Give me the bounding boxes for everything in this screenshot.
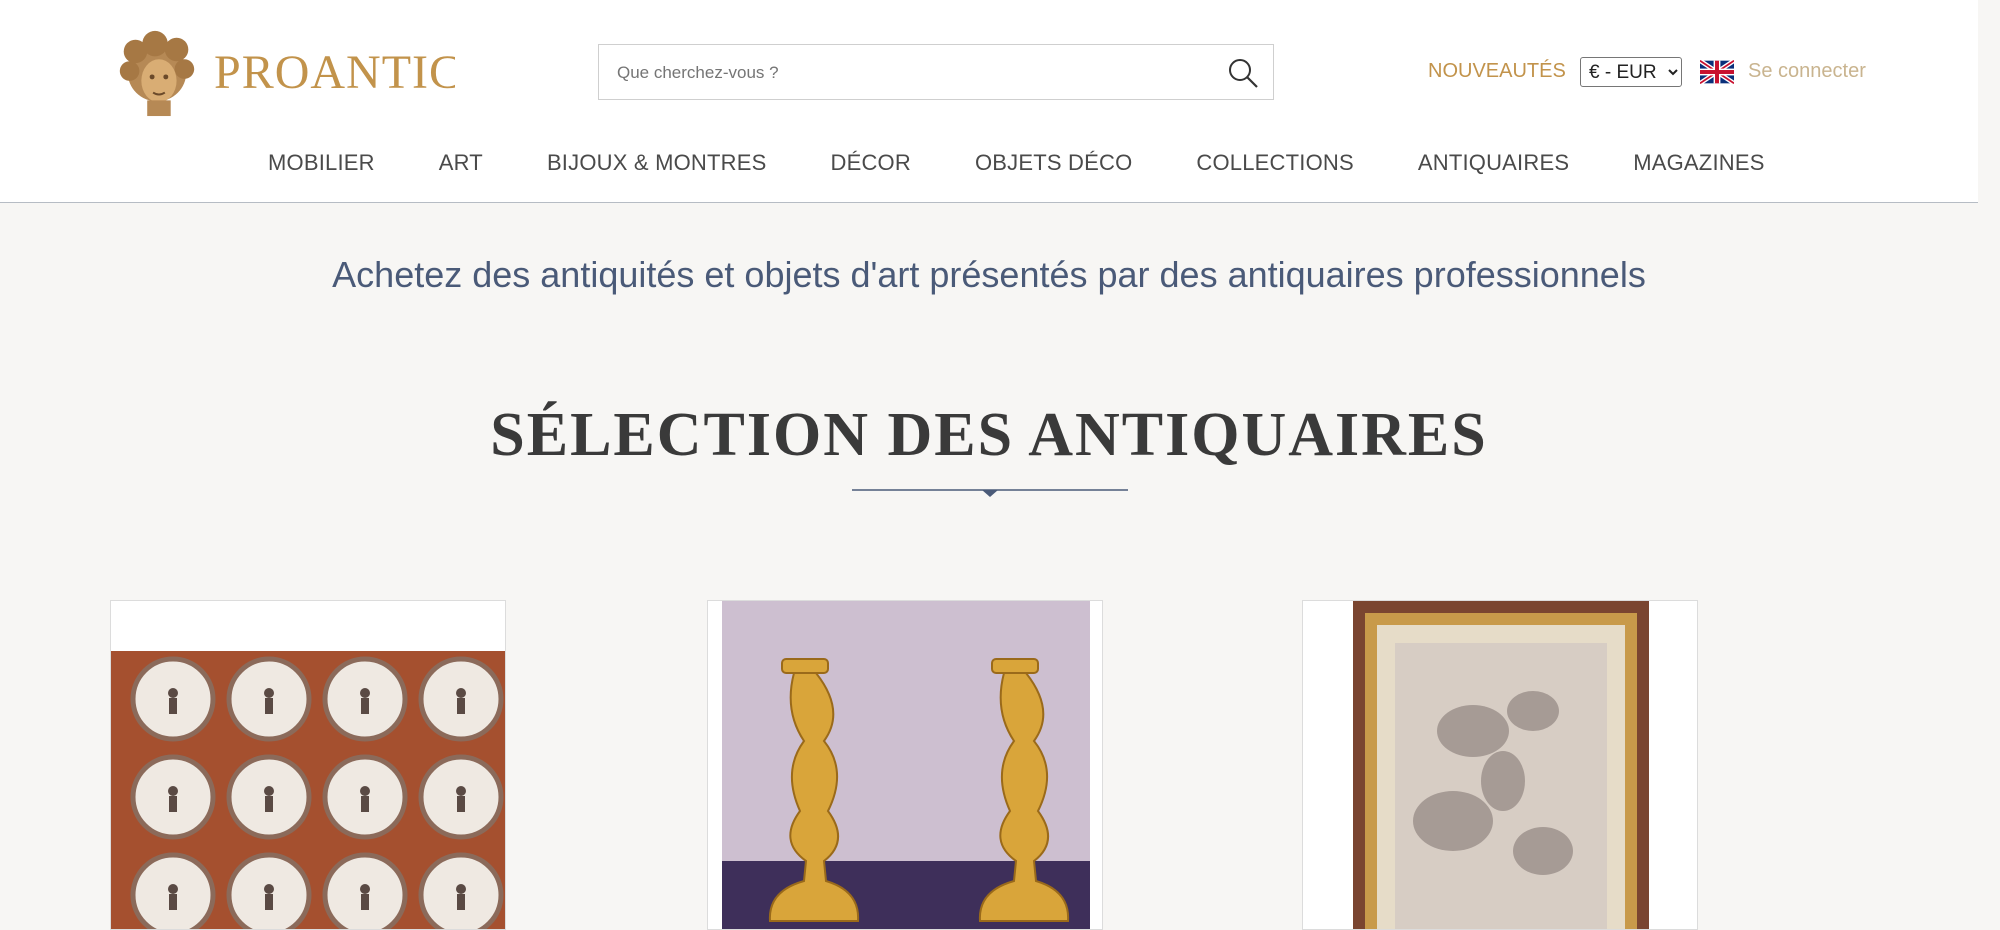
nav-item-art[interactable]: ART (439, 150, 483, 176)
nav-item-magazines[interactable]: MAGAZINES (1633, 150, 1764, 176)
nav-item-decor[interactable]: DÉCOR (831, 150, 911, 176)
login-link[interactable]: Se connecter (1748, 60, 1866, 83)
uk-flag-icon[interactable] (1700, 60, 1734, 84)
nouveautes-link[interactable]: NOUVEAUTÉS (1428, 60, 1566, 83)
section-title: SÉLECTION DES ANTIQUAIRES (490, 401, 1488, 469)
logo-text: PROANTIC (214, 45, 455, 99)
logo[interactable]: PROANTIC (108, 22, 455, 122)
gilt-candlesticks-image[interactable] (708, 601, 1103, 930)
site-header: PROANTIC NOUVEAUTÉS € - EUR Se connecter… (0, 0, 1978, 203)
nav-item-antiquaires[interactable]: ANTIQUAIRES (1418, 150, 1569, 176)
plates-collection-image[interactable] (111, 601, 506, 930)
product-card[interactable] (707, 600, 1103, 930)
currency-select[interactable]: € - EUR (1580, 57, 1682, 87)
nav-item-mobilier[interactable]: MOBILIER (268, 150, 375, 176)
nav-item-objets-deco[interactable]: OBJETS DÉCO (975, 150, 1132, 176)
search-icon[interactable] (1227, 57, 1259, 89)
search-input[interactable] (615, 53, 1219, 93)
product-card[interactable] (110, 600, 506, 930)
product-card[interactable] (1302, 600, 1698, 930)
main-nav: MOBILIER ART BIJOUX & MONTRES DÉCOR OBJE… (108, 124, 1848, 202)
framed-drawing-image[interactable] (1303, 601, 1698, 930)
nav-item-bijoux-montres[interactable]: BIJOUX & MONTRES (547, 150, 767, 176)
nav-item-collections[interactable]: COLLECTIONS (1196, 150, 1353, 176)
page-tagline: Achetez des antiquités et objets d'art p… (332, 254, 1646, 295)
bust-head-icon (119, 30, 195, 117)
title-divider (852, 489, 1128, 497)
search-box (598, 44, 1274, 100)
